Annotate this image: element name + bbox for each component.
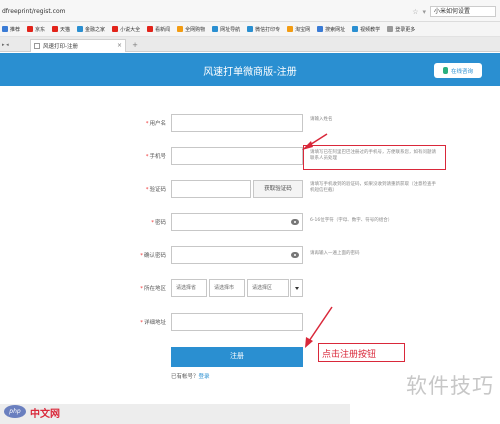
arrow-to-phone-head [302, 141, 313, 150]
php-cn-text: 中文网 [30, 409, 60, 420]
php-logo: php [4, 405, 26, 418]
arrow-to-register-head [305, 337, 313, 348]
arrow-to-register-line [306, 306, 333, 345]
annotation-arrows [302, 133, 333, 348]
watermark-software-tips: 软件技巧 [406, 374, 494, 398]
